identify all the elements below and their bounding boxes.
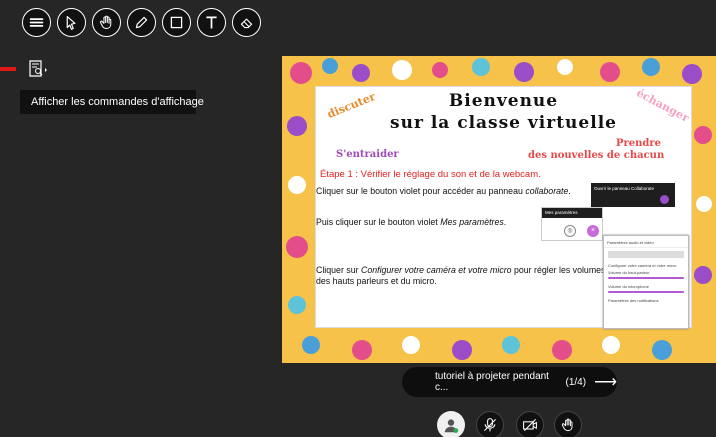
raise-hand-icon <box>561 418 573 432</box>
rectangle-button[interactable] <box>162 8 191 37</box>
instruction-line-2: Puis cliquer sur le bouton violet Mes pa… <box>316 217 507 227</box>
flower-decoration <box>694 126 712 144</box>
flower-decoration <box>432 62 448 78</box>
flower-decoration <box>602 336 620 354</box>
mic-off-icon <box>484 418 496 432</box>
camera-off-icon <box>523 419 537 431</box>
text-button[interactable] <box>197 8 226 37</box>
text-icon <box>206 16 217 29</box>
flower-decoration <box>392 60 412 80</box>
instruction-line-1: Cliquer sur le bouton violet pour accéde… <box>316 186 571 196</box>
flower-decoration <box>600 62 620 82</box>
focus-marker <box>0 67 16 71</box>
close-icon: × <box>587 225 599 237</box>
speaker-volume-bar <box>608 277 684 279</box>
flower-decoration <box>502 336 520 354</box>
view-controls-icon <box>29 60 47 77</box>
pointer-button[interactable] <box>57 8 86 37</box>
pencil-button[interactable] <box>127 8 156 37</box>
mic-volume-bar <box>608 291 684 293</box>
annotation-toolbar <box>22 8 261 37</box>
view-controls-button[interactable] <box>28 59 50 81</box>
purple-dot-icon <box>660 195 669 204</box>
instruction-line-3: Cliquer sur Configurer votre caméra et v… <box>316 265 606 286</box>
flower-decoration <box>322 58 338 74</box>
avatar-icon <box>444 419 459 433</box>
rectangle-icon <box>170 16 183 29</box>
flower-decoration <box>652 340 672 360</box>
flower-decoration <box>302 336 320 354</box>
flower-decoration <box>696 196 712 212</box>
eraser-icon <box>240 18 253 29</box>
flower-decoration <box>452 340 472 360</box>
flower-decoration <box>288 176 306 194</box>
hand-icon <box>99 15 112 29</box>
mini-settings-screenshot: Mes paramètres ◎ × <box>541 207 603 241</box>
step-heading: Étape 1 : Vérifier le réglage du son et … <box>320 169 541 180</box>
flower-decoration <box>472 58 490 76</box>
flower-decoration <box>352 340 372 360</box>
view-controls-tooltip: Afficher les commandes d'affichage <box>20 90 204 114</box>
word-prendre: Prendre <box>616 138 662 149</box>
word-entraider: S'entraider <box>336 149 399 160</box>
shared-slide: Bienvenue sur la classe virtuelle discut… <box>282 56 716 363</box>
microphone-button[interactable] <box>476 411 504 437</box>
mini-config-button <box>608 251 684 258</box>
flower-decoration <box>288 296 306 314</box>
page-indicator: (1/4) <box>565 376 587 388</box>
flower-decoration <box>682 64 702 84</box>
settings-circle-icon: ◎ <box>564 225 576 237</box>
flower-decoration <box>552 340 572 360</box>
flower-decoration <box>286 236 308 258</box>
pointer-icon <box>66 15 76 30</box>
next-page-arrow-icon[interactable]: ⟶ <box>594 372 617 392</box>
slide-title-line2: sur la classe virtuelle <box>390 113 617 133</box>
avatar-button[interactable] <box>437 411 465 437</box>
flower-decoration <box>557 59 573 75</box>
file-title: tutoriel à projeter pendant c... <box>435 371 549 393</box>
file-navigation: tutoriel à projeter pendant c... (1/4) ⟶ <box>402 367 617 397</box>
collaborate-window: Afficher les commandes d'affichage Bienv… <box>0 0 716 437</box>
raise-hand-button[interactable] <box>554 411 582 437</box>
flower-decoration <box>287 116 307 136</box>
flower-decoration <box>694 266 712 284</box>
mini-audio-settings-screenshot: Paramètres audio et vidéo Configurer vot… <box>603 235 689 329</box>
flower-decoration <box>352 64 370 82</box>
menu-button[interactable] <box>22 8 51 37</box>
flower-decoration <box>642 58 660 76</box>
mini-collaborate-panel-screenshot: Ouvrir le panneau Collaborate <box>591 183 675 207</box>
flower-decoration <box>514 62 534 82</box>
hand-tool-button[interactable] <box>92 8 121 37</box>
slide-content-card: Bienvenue sur la classe virtuelle discut… <box>315 86 692 329</box>
eraser-button[interactable] <box>232 8 261 37</box>
flower-decoration <box>290 62 312 84</box>
word-nouvelles: des nouvelles de chacun <box>528 150 665 161</box>
camera-button[interactable] <box>516 411 544 437</box>
flower-decoration <box>402 336 420 354</box>
menu-icon <box>29 18 44 27</box>
pencil-icon <box>135 16 148 29</box>
